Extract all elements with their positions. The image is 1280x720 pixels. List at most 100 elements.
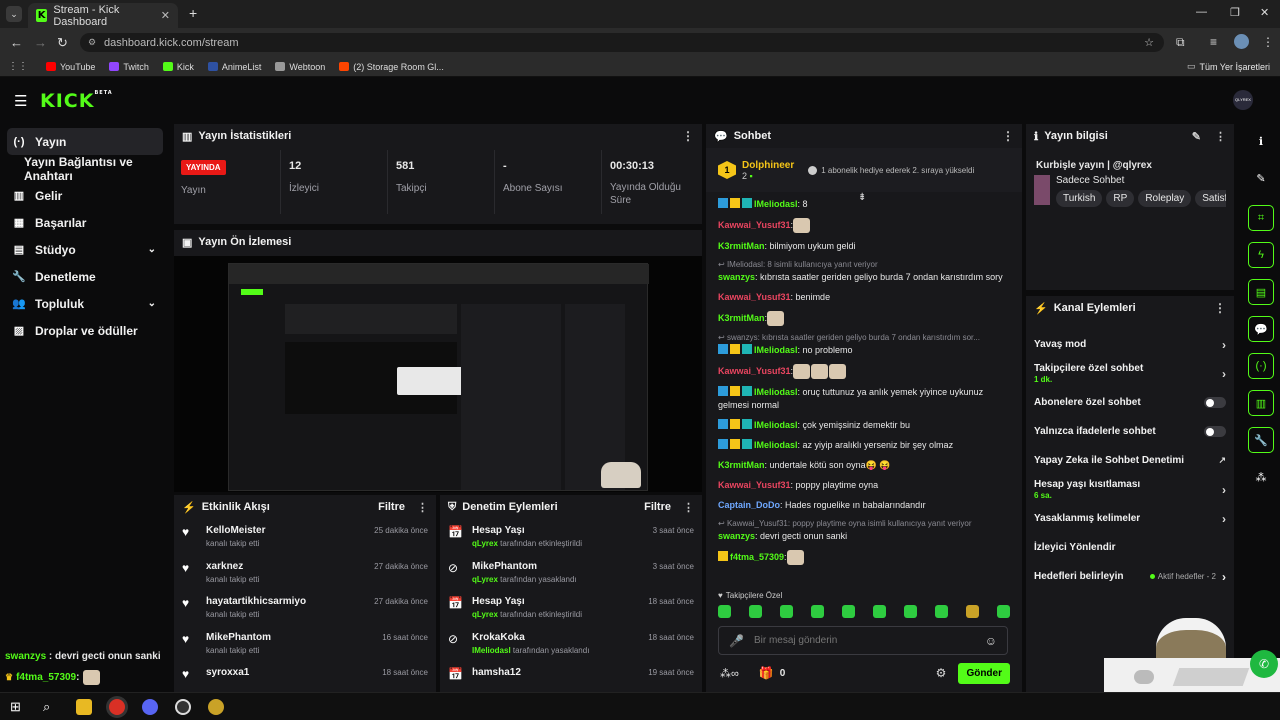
chat-username[interactable]: IMeliodasl xyxy=(754,345,798,355)
kick-logo[interactable]: KICKBETA xyxy=(40,90,113,112)
sidebar-item-studyo[interactable]: ▤ Stüdyo ⌄ xyxy=(0,236,170,263)
wrench-icon[interactable]: 🔧 xyxy=(1248,427,1274,453)
chat-username[interactable]: IMeliodasl xyxy=(754,440,798,450)
media-icon[interactable]: ≡ xyxy=(1210,35,1217,49)
new-tab-button[interactable]: + xyxy=(189,5,197,21)
emoji-icon[interactable]: ☺ xyxy=(985,634,997,648)
sidebar-item-topluluk[interactable]: 👥 Topluluk ⌄ xyxy=(0,290,170,317)
more-options-icon[interactable]: ⋮ xyxy=(683,501,694,514)
sidebar-item-denetleme[interactable]: 🔧 Denetleme xyxy=(0,263,170,290)
all-bookmarks[interactable]: ▭ Tüm Yer İşaretleri xyxy=(1187,61,1270,72)
chat-username[interactable]: swanzys xyxy=(718,531,755,541)
profile-icon[interactable] xyxy=(1234,34,1249,49)
moderation-name[interactable]: Hesap Yaşı xyxy=(472,596,582,607)
chat-input-box[interactable]: 🎤 ☺ xyxy=(718,626,1008,655)
sidebar-item-basarilar[interactable]: ▦ Başarılar xyxy=(0,209,170,236)
chat-username[interactable]: Captain_DoDo xyxy=(718,500,780,510)
settings-gear-icon[interactable]: ⚙ xyxy=(936,666,947,680)
obs-icon[interactable] xyxy=(175,698,191,715)
chat-username[interactable]: f4tma_57309 xyxy=(730,552,784,562)
emote-picker-icon[interactable] xyxy=(749,605,762,618)
bookmark-item[interactable]: YouTube xyxy=(46,62,95,72)
more-options-icon[interactable]: ⋮ xyxy=(1002,129,1014,143)
moderation-actor[interactable]: qLyrex xyxy=(472,610,498,619)
filter-button[interactable]: Filtre xyxy=(378,501,405,513)
close-window-icon[interactable]: ✕ xyxy=(1260,6,1269,19)
stream-tag[interactable]: Satisf xyxy=(1195,190,1226,207)
emote-picker-icon[interactable] xyxy=(873,605,886,618)
moderation-name[interactable]: hamsha12 xyxy=(472,667,521,678)
channel-action-item[interactable]: Yapay Zeka ile Sohbet Denetimi ↗ xyxy=(1026,446,1234,475)
channel-action-item[interactable]: Abonelere özel sohbet xyxy=(1026,388,1234,417)
microphone-icon[interactable]: 🎤 xyxy=(729,634,744,648)
emote-picker-icon[interactable] xyxy=(966,605,979,618)
moderation-name[interactable]: Hesap Yaşı xyxy=(472,525,582,536)
channel-action-item[interactable]: Yasaklanmış kelimeler › xyxy=(1026,504,1234,533)
edit-pencil-icon[interactable]: ✎ xyxy=(1248,165,1274,191)
browser-tab[interactable]: K Stream - Kick Dashboard ✕ xyxy=(28,3,178,28)
bookmark-item[interactable]: Twitch xyxy=(109,62,149,72)
chat-icon[interactable]: 💬 xyxy=(1248,316,1274,342)
back-icon[interactable]: ← xyxy=(10,35,23,50)
broadcast-icon[interactable]: (·) xyxy=(1248,353,1274,379)
info-icon[interactable]: ℹ xyxy=(1248,128,1274,154)
discord-icon[interactable] xyxy=(142,698,158,715)
moderation-name[interactable]: MikePhantom xyxy=(472,561,577,572)
chat-username[interactable]: Kawwai_Yusuf31 xyxy=(718,220,791,230)
channel-action-item[interactable]: Yavaş mod › xyxy=(1026,330,1234,359)
more-options-icon[interactable]: ⋮ xyxy=(417,501,428,514)
channel-action-item[interactable]: Yalnızca ifadelerle sohbet xyxy=(1026,417,1234,446)
activity-user[interactable]: hayatartikhicsarmiyo xyxy=(206,596,306,607)
bookmark-star-icon[interactable]: ☆ xyxy=(1144,36,1154,49)
edit-pencil-icon[interactable]: ✎ xyxy=(1192,130,1201,143)
channel-action-item[interactable]: Hesap yaşı kısıtlaması 6 sa. › xyxy=(1026,475,1234,504)
screenshot-icon[interactable]: ⌗ xyxy=(1248,205,1274,231)
sidebar-item-gelir[interactable]: ▥ Gelir xyxy=(0,182,170,209)
stream-tag[interactable]: RP xyxy=(1106,190,1135,207)
site-info-icon[interactable]: ⚙ xyxy=(88,37,96,48)
more-options-icon[interactable]: ⋮ xyxy=(1215,130,1226,143)
emote-picker-icon[interactable] xyxy=(904,605,917,618)
chat-username[interactable]: Kawwai_Yusuf31 xyxy=(718,366,791,376)
toggle-switch[interactable] xyxy=(1204,426,1226,437)
reload-icon[interactable]: ↻ xyxy=(57,35,68,51)
emote-picker-icon[interactable] xyxy=(811,605,824,618)
activity-user[interactable]: xarknez xyxy=(206,561,259,572)
apps-icon[interactable]: ⋮⋮ xyxy=(8,61,28,72)
channel-action-item[interactable]: Hedefleri belirleyin Aktif hedefler - 2 › xyxy=(1026,562,1234,591)
storage-icon[interactable]: ▥ xyxy=(1248,390,1274,416)
send-button[interactable]: Gönder xyxy=(958,662,1010,684)
file-explorer-icon[interactable] xyxy=(76,698,92,715)
browser-menu-icon[interactable]: ⋮ xyxy=(1262,35,1274,49)
activity-user[interactable]: syroxxa1 xyxy=(206,667,249,678)
more-options-icon[interactable]: ⋮ xyxy=(1214,301,1226,315)
chat-username[interactable]: Kawwai_Yusuf31 xyxy=(718,480,791,490)
stream-tag[interactable]: Turkish xyxy=(1056,190,1103,207)
bookmark-item[interactable]: Kick xyxy=(162,62,194,72)
channel-action-item[interactable]: İzleyici Yönlendir xyxy=(1026,533,1234,562)
moderation-actor[interactable]: qLyrex xyxy=(472,539,498,548)
chat-username[interactable]: K3rmitMan xyxy=(718,313,765,323)
document-icon[interactable]: ▤ xyxy=(1248,279,1274,305)
moderation-actor[interactable]: IMeliodasl xyxy=(472,646,511,655)
chat-username[interactable]: K3rmitMan xyxy=(718,460,765,470)
extensions-icon[interactable]: ⧉ xyxy=(1176,35,1185,50)
channel-action-item[interactable]: Takipçilere özel sohbet 1 dk. › xyxy=(1026,359,1234,388)
user-avatar[interactable]: QLYREX xyxy=(1233,90,1253,110)
chat-input[interactable] xyxy=(753,635,974,646)
preview-video[interactable] xyxy=(174,256,702,492)
sidebar-item-stream-key[interactable]: Yayın Bağlantısı ve Anahtarı xyxy=(0,155,170,183)
emote-picker-icon[interactable] xyxy=(718,605,731,618)
chrome-icon[interactable] xyxy=(109,698,125,715)
minimize-window-icon[interactable]: — xyxy=(1196,6,1207,18)
close-tab-icon[interactable]: ✕ xyxy=(161,9,170,22)
more-options-icon[interactable]: ⋮ xyxy=(682,129,694,143)
emote-picker-icon[interactable] xyxy=(842,605,855,618)
game-launcher-icon[interactable] xyxy=(208,698,224,715)
gift-box-icon[interactable]: 🎁 xyxy=(759,666,774,680)
bookmark-item[interactable]: (2) Storage Room Gl... xyxy=(339,62,444,72)
bookmark-item[interactable]: Webtoon xyxy=(275,62,325,72)
emote-picker-icon[interactable] xyxy=(780,605,793,618)
lightning-icon[interactable]: ϟ xyxy=(1248,242,1274,268)
hamburger-menu-icon[interactable]: ☰ xyxy=(14,92,27,110)
